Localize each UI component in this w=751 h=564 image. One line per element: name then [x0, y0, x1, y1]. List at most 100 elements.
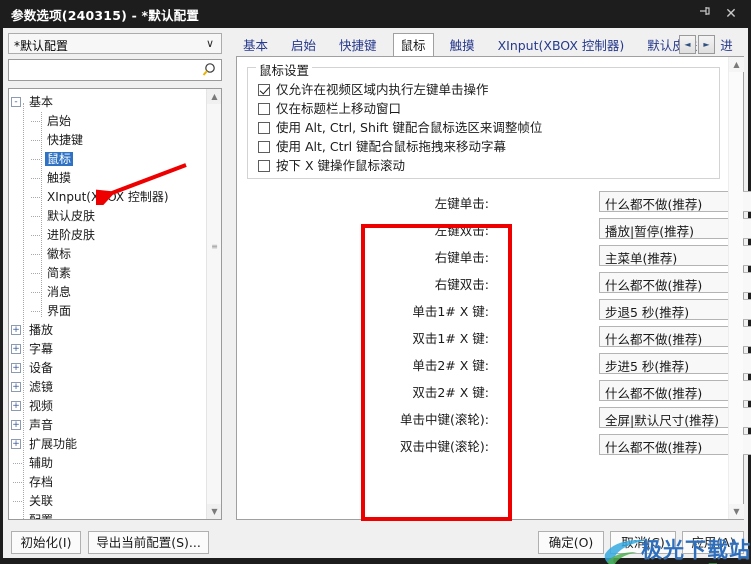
tree-item-3[interactable]: 鼠标: [31, 150, 74, 168]
mouse-settings-group: 鼠标设置 仅允许在视频区域内执行左键单击操作 仅在标题栏上移动窗口 使用 Alt, …: [247, 60, 720, 179]
settings-tree[interactable]: - 基本 启始 快捷键鼠标触摸 XInput(XBOX 控制器) 默认皮肤 进阶皮肤 徽标简素…: [8, 88, 222, 520]
action-row-1: 左键双击:播放|暂停(推荐)∨+: [237, 218, 751, 239]
tree-guide: [31, 254, 40, 255]
tree-guide: [13, 501, 22, 502]
action-label: 左键双击:: [434, 223, 489, 238]
checkbox-row-4[interactable]: 按下 X 键操作鼠标滚动: [258, 156, 405, 175]
ok-button[interactable]: 确定(O): [538, 531, 604, 554]
action-row-3: 右键双击:什么都不做(推荐)∨+: [237, 272, 751, 293]
tree-item-17[interactable]: + 声音: [11, 416, 55, 434]
dialog-body: *默认配置 ∨ - 基本 启始 快捷键 鼠标 触摸 XInput(XBOX 控制器) 默认皮肤…: [3, 28, 751, 564]
close-icon[interactable]: ✕: [721, 4, 741, 24]
expand-icon[interactable]: +: [11, 420, 21, 430]
profile-dropdown[interactable]: *默认配置 ∨: [8, 33, 222, 54]
tree-item-22[interactable]: 配置: [27, 511, 55, 519]
tab-label: 进: [720, 38, 733, 53]
tree-item-19[interactable]: 辅助: [13, 454, 55, 472]
search-box[interactable]: [8, 59, 222, 81]
export-config-button[interactable]: 导出当前配置(S)...: [88, 531, 209, 554]
expand-icon[interactable]: +: [11, 401, 21, 411]
search-input[interactable]: [13, 62, 195, 78]
tab-label: 鼠标: [400, 38, 426, 53]
tree-item-label: 简素: [47, 266, 72, 280]
tab-2[interactable]: 快捷键: [332, 35, 384, 57]
tree-item-label: 关联: [29, 494, 54, 508]
checkbox-row-0[interactable]: 仅允许在视频区域内执行左键单击操作: [258, 80, 489, 99]
checkbox-icon[interactable]: [258, 103, 270, 115]
tab-0[interactable]: 基本: [236, 35, 275, 57]
apply-button[interactable]: 应用(A): [682, 531, 744, 554]
tab-label: 快捷键: [339, 38, 377, 53]
tree-item-18[interactable]: + 扩展功能: [11, 435, 79, 453]
initialize-button[interactable]: 初始化(I): [11, 531, 81, 554]
checkbox-label: 仅在标题栏上移动窗口: [276, 101, 402, 116]
tab-label: 基本: [243, 38, 269, 53]
expand-icon[interactable]: +: [11, 439, 21, 449]
action-value: 什么都不做(推荐): [605, 278, 703, 293]
tree-scroll-thumb[interactable]: ≡: [208, 239, 221, 255]
tree-item-12[interactable]: + 播放: [11, 321, 55, 339]
tree-item-7[interactable]: 进阶皮肤: [31, 226, 97, 244]
action-row-4: 单击1# X 键:步退5 秒(推荐)∨+: [237, 299, 751, 320]
tree-item-6[interactable]: 默认皮肤: [31, 207, 97, 225]
checkbox-checked-icon[interactable]: [258, 84, 270, 96]
action-row-0: 左键单击:什么都不做(推荐)∨+: [237, 191, 751, 212]
tree-item-16[interactable]: + 视频: [11, 397, 55, 415]
tree-item-label: 界面: [47, 304, 72, 318]
expand-icon[interactable]: +: [11, 325, 21, 335]
tree-item-0[interactable]: - 基本: [11, 93, 55, 111]
profile-value: *默认配置: [14, 39, 69, 53]
collapse-icon[interactable]: -: [11, 97, 21, 107]
tree-item-13[interactable]: + 字幕: [11, 340, 55, 358]
pin-glyph: [700, 7, 710, 15]
tab-7[interactable]: 进: [713, 35, 740, 57]
tree-item-label: 鼠标: [45, 152, 74, 166]
tree-guide: [31, 197, 40, 198]
checkbox-icon[interactable]: [258, 160, 270, 172]
pane-scroll-down-icon[interactable]: ▼: [729, 504, 744, 519]
checkbox-icon[interactable]: [258, 141, 270, 153]
tree-guide: [31, 235, 40, 236]
tree-item-20[interactable]: 存档: [13, 473, 55, 491]
tree-item-8[interactable]: 徽标: [31, 245, 73, 263]
tree-item-14[interactable]: + 设备: [11, 359, 55, 377]
tree-item-9[interactable]: 简素: [31, 264, 73, 282]
tab-1[interactable]: 启始: [284, 35, 323, 57]
tab-5[interactable]: XInput(XBOX 控制器): [491, 35, 632, 57]
tab-scroll-left-button[interactable]: ◄: [679, 35, 696, 54]
tree-item-21[interactable]: 关联: [13, 492, 55, 510]
tree-item-1[interactable]: 启始: [31, 112, 73, 130]
pin-icon[interactable]: [695, 4, 715, 24]
tab-3[interactable]: 鼠标: [392, 33, 434, 58]
tree-item-15[interactable]: + 滤镜: [11, 378, 55, 396]
expand-icon[interactable]: +: [11, 382, 21, 392]
tree-guide: [31, 178, 40, 179]
tree-guide: [41, 112, 42, 317]
checkbox-row-3[interactable]: 使用 Alt, Ctrl 键配合鼠标拖拽来移动字幕: [258, 137, 506, 156]
tree-item-label: 扩展功能: [29, 437, 78, 451]
action-row-9: 双击中键(滚轮):什么都不做(推荐)∨+: [237, 434, 751, 455]
tree-item-4[interactable]: 触摸: [31, 169, 73, 187]
cancel-button[interactable]: 取消(C): [610, 531, 676, 554]
expand-icon[interactable]: +: [11, 363, 21, 373]
options-dialog: 参数选项(240315) - *默认配置 ✕ *默认配置 ∨ - 基本 启始 快…: [0, 0, 751, 564]
tree-item-11[interactable]: 界面: [31, 302, 73, 320]
tab-scroll-right-button[interactable]: ►: [698, 35, 715, 54]
tree-item-2[interactable]: 快捷键: [31, 131, 85, 149]
checkbox-row-1[interactable]: 仅在标题栏上移动窗口: [258, 99, 401, 118]
scroll-down-icon[interactable]: ▼: [207, 504, 221, 519]
action-label: 单击2# X 键:: [412, 358, 489, 373]
checkbox-icon[interactable]: [258, 122, 270, 134]
tree-item-5[interactable]: XInput(XBOX 控制器): [31, 188, 171, 206]
tree-item-10[interactable]: 消息: [31, 283, 73, 301]
tree-scrollbar[interactable]: ▲ ≡ ▼: [206, 89, 221, 519]
pane-scroll-up-icon[interactable]: ▲: [729, 57, 744, 72]
watermark-url: www.xz7.com: [643, 560, 751, 564]
tab-4[interactable]: 触摸: [443, 35, 482, 57]
checkbox-row-2[interactable]: 使用 Alt, Ctrl, Shift 键配合鼠标选区来调整帧位: [258, 118, 542, 137]
scroll-up-icon[interactable]: ▲: [207, 89, 221, 104]
checkbox-label: 使用 Alt, Ctrl, Shift 键配合鼠标选区来调整帧位: [276, 120, 543, 135]
pane-scrollbar[interactable]: ▲ ▼: [728, 57, 744, 519]
expand-icon[interactable]: +: [11, 344, 21, 354]
tab-strip: 基本 启始 快捷键 鼠标 触摸 XInput(XBOX 控制器) 默认皮肤进 ◄ ►: [236, 33, 744, 58]
